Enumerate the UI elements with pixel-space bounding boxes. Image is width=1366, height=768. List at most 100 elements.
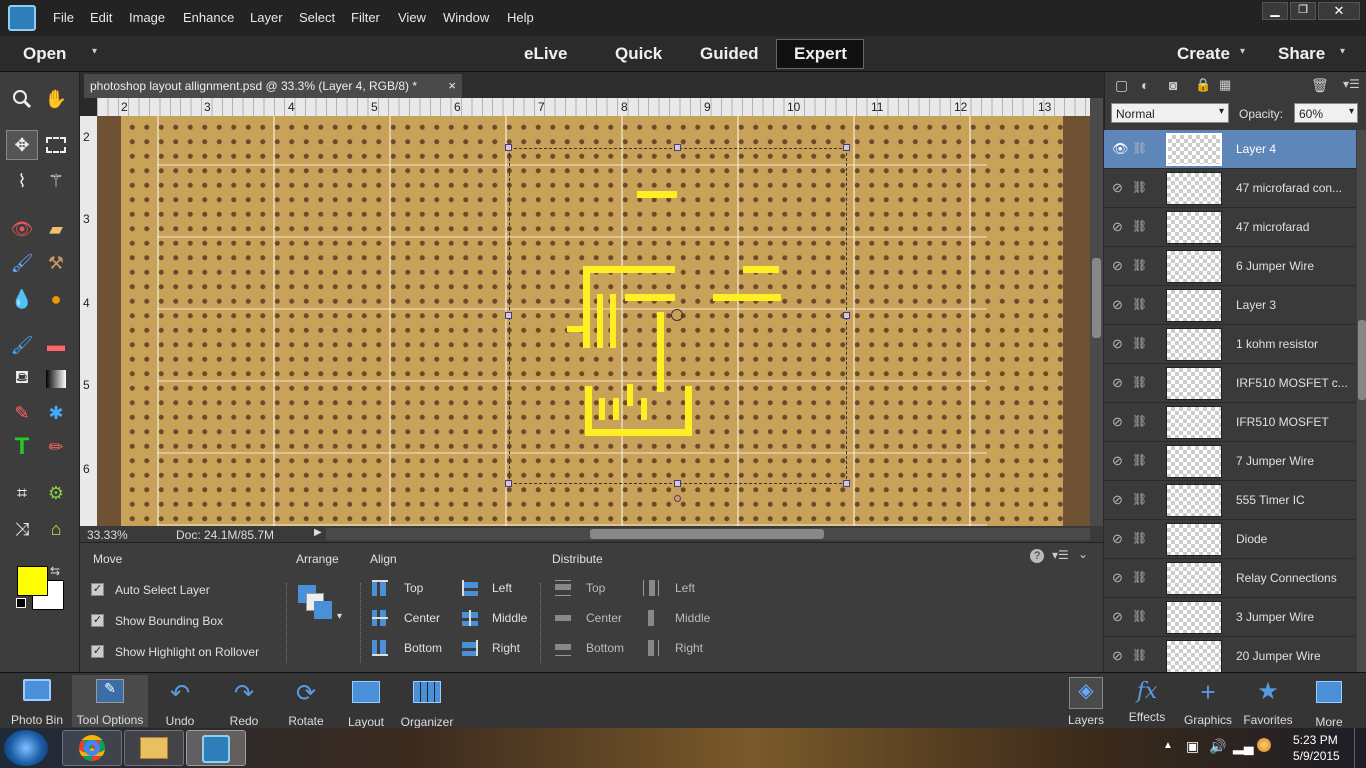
visibility-hidden-icon[interactable]: ⊘	[1112, 336, 1123, 352]
red-eye-tool-icon[interactable]: 👁	[6, 214, 38, 244]
network-icon[interactable]: ▂▄	[1233, 738, 1254, 755]
align-middle-label[interactable]: Middle	[492, 611, 527, 625]
distribute-middle-label[interactable]: Middle	[675, 611, 710, 625]
graphics-button[interactable]: + Graphics	[1180, 679, 1236, 727]
distribute-center-icon[interactable]	[555, 610, 571, 626]
fill-adjustment-icon[interactable]: ◐	[1141, 77, 1149, 93]
layer-link-icon[interactable]: ⛓	[1132, 570, 1147, 584]
magic-wand-icon[interactable]: ⚚	[40, 166, 72, 196]
help-icon[interactable]: ?	[1030, 549, 1044, 563]
layer-link-icon[interactable]: ⛓	[1132, 492, 1147, 506]
layer-link-icon[interactable]: ⛓	[1132, 375, 1147, 389]
volume-icon[interactable]: 🔊	[1209, 738, 1226, 755]
status-menu-arrow-icon[interactable]: ▶	[314, 527, 322, 538]
healing-brush-icon[interactable]: ▰	[40, 214, 72, 244]
layer-row[interactable]: ⊘ ⛓ Relay Connections	[1104, 559, 1356, 598]
opacity-input[interactable]: 60% ▾	[1294, 103, 1358, 123]
layer-link-icon[interactable]: ⛓	[1132, 180, 1147, 194]
layer-row[interactable]: ⊘ ⛓ 47 microfarad con...	[1104, 169, 1356, 208]
distribute-right-label[interactable]: Right	[675, 641, 703, 655]
tool-options-button[interactable]: ✎ Tool Options	[72, 675, 148, 727]
layer-link-icon[interactable]: ⛓	[1132, 648, 1147, 662]
menu-file[interactable]: File	[53, 10, 74, 25]
clock-date[interactable]: 5/9/2015	[1293, 749, 1340, 763]
bbox-handle[interactable]	[505, 312, 512, 319]
menu-enhance[interactable]: Enhance	[183, 10, 234, 25]
menu-select[interactable]: Select	[299, 10, 335, 25]
zoom-level[interactable]: 33.33%	[87, 528, 128, 542]
menu-edit[interactable]: Edit	[90, 10, 112, 25]
distribute-bottom-label[interactable]: Bottom	[586, 641, 624, 655]
close-tab-icon[interactable]: ×	[448, 78, 456, 93]
show-desktop-button[interactable]	[1354, 728, 1366, 768]
bbox-handle[interactable]	[674, 480, 681, 487]
visibility-hidden-icon[interactable]: ⊘	[1112, 609, 1123, 625]
bbox-handle[interactable]	[843, 312, 850, 319]
show-bbox-checkbox[interactable]: ✓	[91, 614, 104, 627]
mode-guided[interactable]: Guided	[700, 44, 759, 64]
blur-tool-icon[interactable]: 💧	[6, 284, 38, 314]
arrange-icon[interactable]	[298, 585, 332, 619]
layer-row[interactable]: ⊘ ⛓ 555 Timer IC	[1104, 481, 1356, 520]
align-top-label[interactable]: Top	[404, 581, 423, 595]
layer-mask-icon[interactable]: ◙	[1169, 77, 1177, 93]
layer-row[interactable]: ⊘ ⛓ 1 kohm resistor	[1104, 325, 1356, 364]
layer-link-icon[interactable]: ⛓	[1132, 531, 1147, 545]
paint-bucket-icon[interactable]: ⛾	[6, 364, 38, 394]
recompose-tool-icon[interactable]: ⚙	[40, 478, 72, 508]
undo-button[interactable]: ↶ Undo	[155, 679, 205, 728]
close-window-button[interactable]: ✕	[1318, 2, 1360, 20]
more-button[interactable]: More	[1304, 679, 1354, 729]
layer-row[interactable]: ⊘ ⛓ 6 Jumper Wire	[1104, 247, 1356, 286]
power-icon[interactable]	[1257, 738, 1271, 752]
share-dropdown-icon[interactable]: ▾	[1340, 46, 1345, 57]
canvas-vertical-scrollbar[interactable]	[1090, 98, 1103, 526]
layer-row[interactable]: ⊘ ⛓ 20 Jumper Wire	[1104, 637, 1356, 676]
marquee-tool-icon[interactable]	[40, 130, 72, 160]
explorer-taskbar-icon[interactable]	[124, 730, 184, 766]
visibility-hidden-icon[interactable]: ⊘	[1112, 570, 1123, 586]
content-aware-move-icon[interactable]: ⤨	[6, 514, 38, 544]
windows-start-icon[interactable]	[4, 730, 48, 766]
redo-button[interactable]: ↷ Redo	[219, 679, 269, 728]
chrome-taskbar-icon[interactable]	[62, 730, 122, 766]
document-canvas[interactable]	[97, 116, 1090, 526]
create-button[interactable]: Create	[1177, 44, 1230, 64]
smart-brush-icon[interactable]: 🖌	[6, 248, 38, 278]
organizer-button[interactable]: Organizer	[398, 679, 456, 729]
layer-row[interactable]: ⊘ ⛓ 7 Jumper Wire	[1104, 442, 1356, 481]
photoshop-elements-taskbar-icon[interactable]	[186, 730, 246, 766]
visibility-hidden-icon[interactable]: ⊘	[1112, 219, 1123, 235]
lock-all-icon[interactable]: 🔒	[1195, 77, 1211, 93]
new-layer-icon[interactable]: ▢	[1115, 77, 1128, 94]
share-button[interactable]: Share	[1278, 44, 1325, 64]
layer-row[interactable]: ⊘ ⛓ 3 Jumper Wire	[1104, 598, 1356, 637]
menu-filter[interactable]: Filter	[351, 10, 380, 25]
gradient-tool-icon[interactable]	[40, 364, 72, 394]
crop-tool-icon[interactable]: ⌗	[6, 478, 38, 508]
brush-tool-icon[interactable]: 🖌	[6, 330, 38, 360]
eyedropper-icon[interactable]: ✎	[6, 398, 38, 428]
layer-link-icon[interactable]: ⛓	[1132, 453, 1147, 467]
mode-expert[interactable]: Expert	[794, 44, 847, 64]
bbox-handle[interactable]	[843, 144, 850, 151]
bbox-handle[interactable]	[674, 144, 681, 151]
create-dropdown-icon[interactable]: ▾	[1240, 46, 1245, 57]
menu-help[interactable]: Help	[507, 10, 534, 25]
swap-colors-icon[interactable]: ⇆	[50, 564, 60, 578]
align-left-icon[interactable]	[462, 580, 478, 596]
align-bottom-icon[interactable]	[372, 640, 388, 656]
layer-link-icon[interactable]: ⛓	[1132, 219, 1147, 233]
align-right-icon[interactable]	[462, 640, 478, 656]
menu-image[interactable]: Image	[129, 10, 165, 25]
arrange-dropdown-icon[interactable]: ▾	[337, 611, 342, 622]
bbox-handle[interactable]	[505, 480, 512, 487]
bbox-handle[interactable]	[843, 480, 850, 487]
lasso-tool-icon[interactable]: ⌇	[6, 166, 38, 196]
reference-point-icon[interactable]	[671, 309, 683, 321]
align-right-label[interactable]: Right	[492, 641, 520, 655]
visibility-hidden-icon[interactable]: ⊘	[1112, 453, 1123, 469]
blend-mode-select[interactable]: Normal ▾	[1111, 103, 1229, 123]
move-tool-icon[interactable]: ✥	[6, 130, 38, 160]
layers-scrollbar[interactable]	[1357, 130, 1366, 672]
